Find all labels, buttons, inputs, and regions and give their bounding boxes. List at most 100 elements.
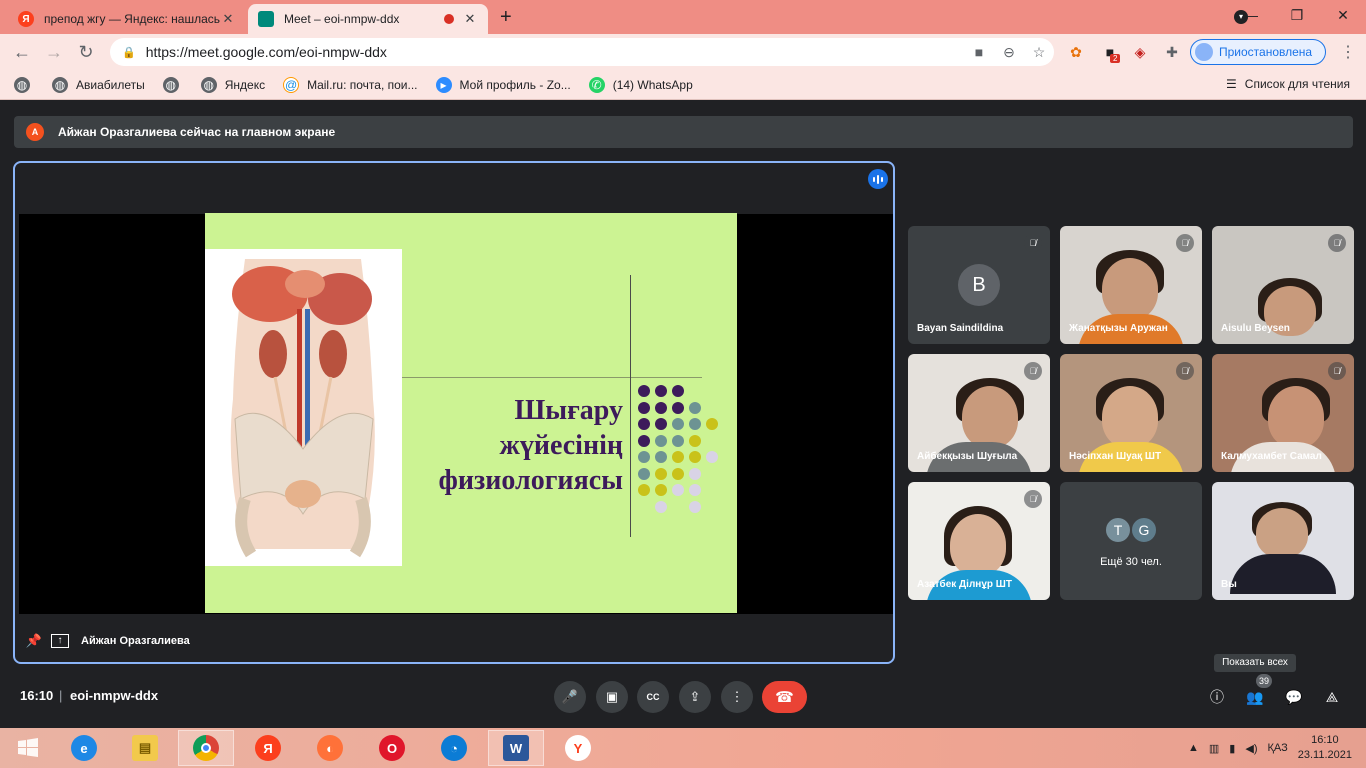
participant-tile[interactable]: 🎙̸ Калмухамбет Самал: [1212, 354, 1354, 472]
microphone-button[interactable]: 🎤: [554, 681, 586, 713]
slide-dot: [638, 451, 650, 463]
reading-list-label: Список для чтения: [1244, 77, 1350, 91]
file-explorer-icon[interactable]: ▤: [117, 730, 173, 766]
participant-tile[interactable]: 🎙̸ Жанатқызы Аружан: [1060, 226, 1202, 344]
slide-divider: [402, 377, 702, 378]
camera-permission-icon[interactable]: ■: [964, 44, 994, 60]
system-clock[interactable]: 16:10 23.11.2021: [1298, 733, 1352, 763]
firefox-icon[interactable]: ◐: [302, 730, 358, 766]
camera-button[interactable]: ▣: [596, 681, 628, 713]
bookmark-whatsapp[interactable]: ✆ (14) WhatsApp: [588, 76, 693, 93]
yandex-browser-icon[interactable]: Я: [240, 730, 296, 766]
bookmark-aviabilety[interactable]: ◍ Авиабилеты: [52, 76, 145, 93]
bookmark-mailru[interactable]: @ Mail.ru: почта, пои...: [283, 76, 418, 93]
activities-icon[interactable]: ⟁: [1321, 686, 1343, 708]
participant-video: [950, 514, 1006, 576]
globe-icon: ◍: [200, 76, 217, 93]
yandex-icon[interactable]: Y: [550, 730, 606, 766]
bookmark-item[interactable]: ◍: [162, 76, 187, 93]
reading-list-button[interactable]: ☰ Список для чтения: [1226, 77, 1350, 91]
zoom-icon[interactable]: ⊖: [994, 44, 1024, 61]
opera-icon[interactable]: O: [364, 730, 420, 766]
slide-dot: [655, 500, 667, 513]
more-participants-label: Ещё 30 чел.: [1100, 556, 1162, 568]
presentation-stage[interactable]: Шығару жүйесінің физиологиясы 📌 ↑ Айжан …: [13, 161, 895, 664]
bookmark-item[interactable]: ◍: [14, 76, 38, 93]
avatar: G: [1130, 516, 1158, 544]
battery-icon[interactable]: ▮: [1229, 742, 1235, 755]
zoom-icon: ▸: [435, 76, 452, 93]
chat-icon[interactable]: 💬: [1283, 686, 1305, 708]
chrome-icon[interactable]: [178, 730, 234, 766]
participant-name: Вы: [1221, 579, 1237, 590]
close-tab-icon[interactable]: ✕: [220, 11, 236, 27]
edge-icon[interactable]: ◔: [426, 730, 482, 766]
volume-icon[interactable]: ◀): [1245, 742, 1257, 755]
network-icon[interactable]: ▥: [1209, 742, 1219, 755]
participant-tile[interactable]: 🎙̸ Азатбек Ділнұр ШТ: [908, 482, 1050, 600]
participant-video: [1256, 508, 1308, 558]
pdf-extension-icon[interactable]: ◈: [1130, 42, 1150, 62]
slide-dot: [672, 418, 684, 430]
participant-tile[interactable]: B 🎙̸ Bayan Saindildina: [908, 226, 1050, 344]
bookmark-label: Мой профиль - Zo...: [459, 77, 571, 92]
speaking-indicator-icon: [868, 169, 888, 189]
close-tab-icon[interactable]: ✕: [462, 11, 478, 27]
shared-slide: Шығару жүйесінің физиологиясы: [205, 213, 737, 613]
lock-icon[interactable]: 🔒: [122, 46, 136, 59]
slide-dot: [672, 401, 684, 414]
reload-icon[interactable]: ↻: [70, 42, 102, 63]
back-icon[interactable]: ←: [6, 42, 38, 63]
self-view-tile[interactable]: Вы: [1212, 482, 1354, 600]
bookmark-star-icon[interactable]: ☆: [1024, 44, 1054, 61]
browser-menu-icon[interactable]: ⋮: [1340, 42, 1356, 62]
present-now-button[interactable]: ⇪: [679, 681, 711, 713]
bookmark-label: Авиабилеты: [76, 77, 145, 92]
word-icon[interactable]: W: [488, 730, 544, 766]
slide-dot: [689, 401, 701, 414]
start-button[interactable]: [0, 730, 56, 766]
minimize-button[interactable]: —: [1228, 7, 1274, 23]
leave-call-button[interactable]: ☎: [762, 681, 807, 713]
tab-yandex-search[interactable]: Я препод жгу — Яндекс: нашлась ✕: [8, 4, 246, 34]
slide-divider: [630, 275, 631, 537]
input-language[interactable]: ҚАЗ: [1267, 742, 1287, 754]
meeting-code: eoi-nmpw-ddx: [70, 688, 159, 703]
bookmarks-bar: ◍ ◍ Авиабилеты ◍ ◍ Яндекс @ Mail.ru: поч…: [0, 70, 1366, 100]
mic-off-icon: 🎙̸: [1176, 234, 1194, 252]
slide-dot: [689, 484, 701, 496]
url-text[interactable]: https://meet.google.com/eoi-nmpw-ddx: [146, 44, 964, 60]
meeting-details-icon[interactable]: ⓘ: [1206, 686, 1228, 708]
pin-icon[interactable]: 📌: [23, 633, 45, 649]
captions-button[interactable]: CC: [637, 681, 669, 713]
profile-button[interactable]: Приостановлена: [1190, 39, 1326, 65]
tab-title: препод жгу — Яндекс: нашлась: [44, 12, 220, 26]
participant-tile[interactable]: 🎙̸ Айбекқызы Шуғыла: [908, 354, 1050, 472]
bookmark-label: (14) WhatsApp: [612, 77, 693, 92]
yandex-favicon-icon: Я: [18, 11, 34, 27]
globe-icon: ◍: [14, 76, 30, 93]
show-hidden-icons-icon[interactable]: ▲: [1188, 742, 1199, 754]
slide-dot: [706, 451, 718, 463]
forward-icon[interactable]: →: [38, 42, 70, 63]
tab-meet[interactable]: Meet – eoi-nmpw-ddx ✕: [248, 4, 488, 34]
slide-title: Шығару жүйесінің физиологиясы: [405, 393, 623, 498]
more-participants-tile[interactable]: T G Ещё 30 чел.: [1060, 482, 1202, 600]
bookmark-zoom[interactable]: ▸ Мой профиль - Zo...: [435, 76, 571, 93]
slide-dot: [638, 385, 650, 397]
reading-list-icon: ☰: [1226, 77, 1237, 91]
puzzle-extensions-icon[interactable]: ✚: [1162, 42, 1182, 62]
participant-name: Калмухамбет Самал: [1221, 451, 1322, 462]
people-icon[interactable]: 👥: [1244, 686, 1266, 708]
extension-icon[interactable]: ✿: [1066, 42, 1086, 62]
participant-tile[interactable]: 🎙̸ Aisulu Beysen: [1212, 226, 1354, 344]
slide-dot: [706, 418, 718, 430]
new-tab-button[interactable]: +: [500, 6, 512, 29]
address-bar[interactable]: 🔒 https://meet.google.com/eoi-nmpw-ddx ■…: [110, 38, 1054, 66]
participant-tile[interactable]: 🎙̸ Нәсіпхан Шуақ ШТ: [1060, 354, 1202, 472]
close-window-button[interactable]: ✕: [1320, 7, 1366, 24]
maximize-button[interactable]: ❐: [1274, 7, 1320, 24]
internet-explorer-icon[interactable]: e: [56, 730, 112, 766]
more-options-button[interactable]: ⋮: [721, 681, 753, 713]
bookmark-yandex[interactable]: ◍ Яндекс: [200, 76, 265, 93]
